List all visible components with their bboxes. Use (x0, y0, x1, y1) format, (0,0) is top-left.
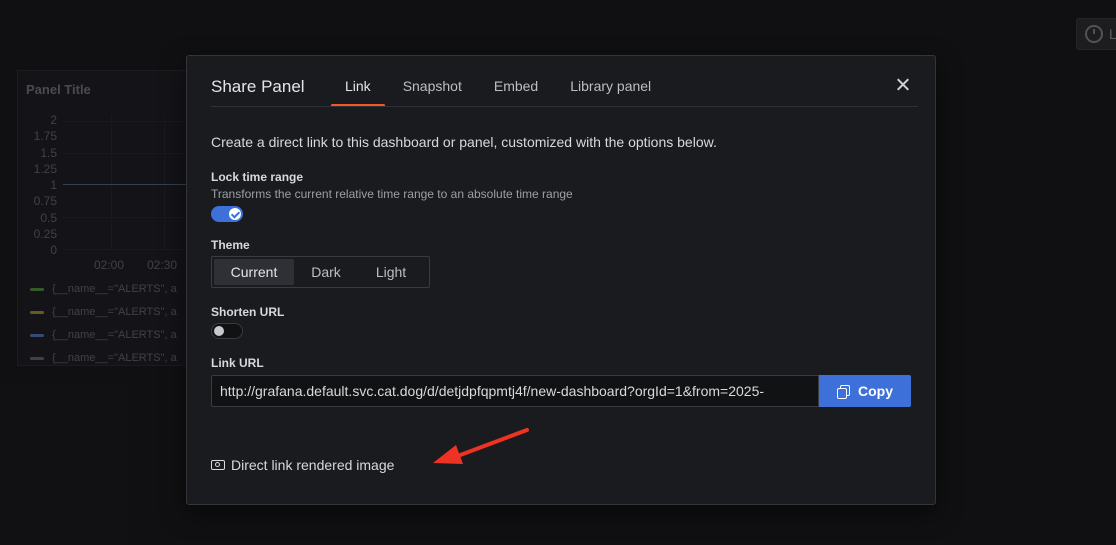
arrow-head (433, 445, 463, 464)
arrow-shaft (453, 428, 529, 459)
annotation-arrow (433, 428, 529, 464)
